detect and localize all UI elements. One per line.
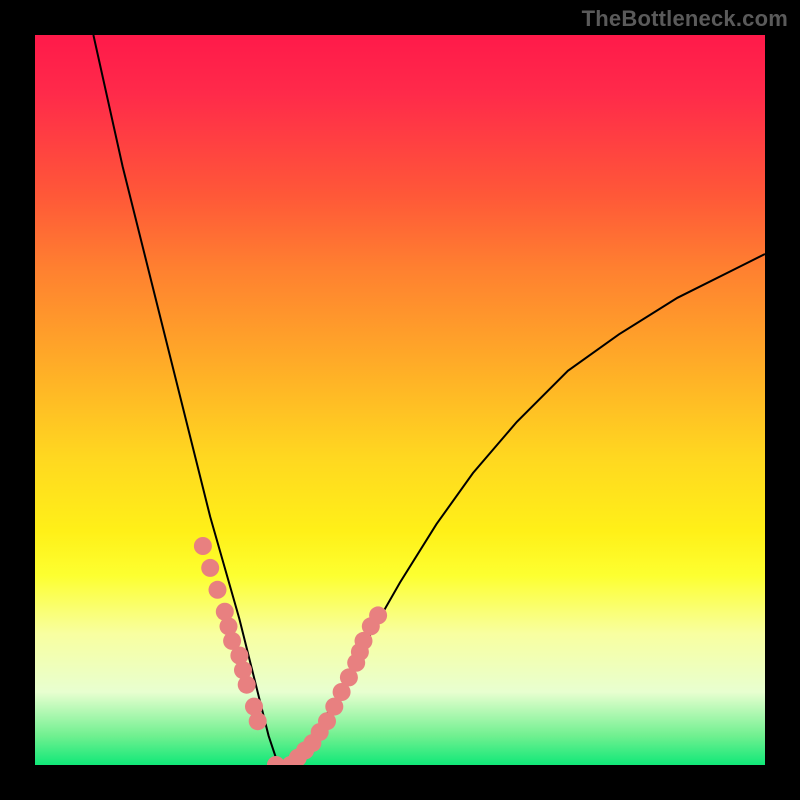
watermark-text: TheBottleneck.com (582, 6, 788, 32)
highlight-dot (238, 676, 256, 694)
chart-svg (35, 35, 765, 765)
highlight-dot (249, 712, 267, 730)
left-highlight-dots (194, 537, 267, 730)
highlight-dot (201, 559, 219, 577)
right-curve-line (283, 254, 765, 765)
chart-plot-area (35, 35, 765, 765)
highlight-dot (209, 581, 227, 599)
right-highlight-dots (267, 606, 387, 765)
highlight-dot (194, 537, 212, 555)
highlight-dot (369, 606, 387, 624)
left-curve-line (93, 35, 283, 765)
